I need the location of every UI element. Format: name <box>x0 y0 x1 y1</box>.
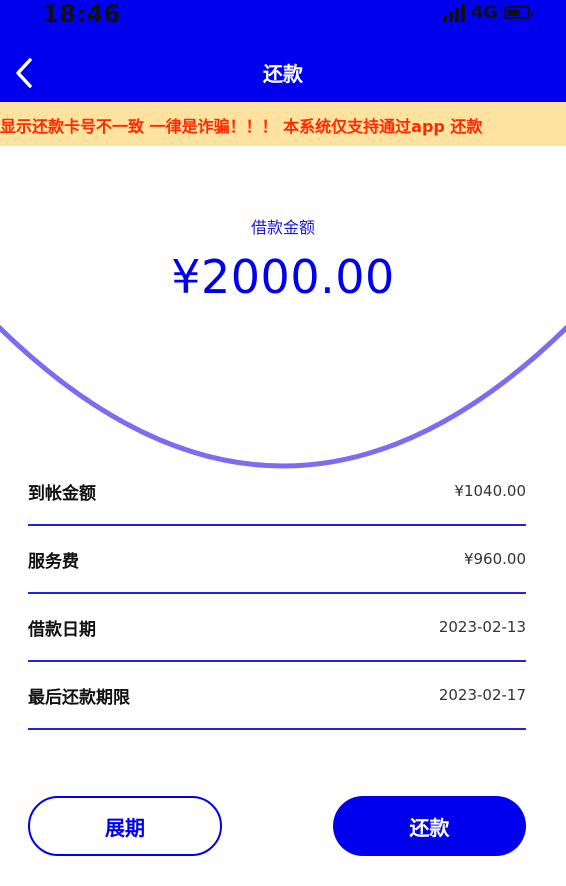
loan-details-list: 到帐金额 ¥1040.00 服务费 ¥960.00 借款日期 2023-02-1… <box>28 458 526 730</box>
detail-value: 2023-02-17 <box>438 686 526 704</box>
loan-amount-value: ¥2000.00 <box>171 250 395 304</box>
signal-icon <box>442 3 465 22</box>
repayment-screen: 18:46 4G 还款 显示还款卡号不一致 一律是诈骗！！！ 本系统仅支持通过a… <box>0 0 566 886</box>
header: 18:46 4G 还款 <box>0 0 566 102</box>
detail-value: ¥1040.00 <box>454 482 526 500</box>
extend-button[interactable]: 展期 <box>28 796 222 856</box>
detail-row-due-date: 最后还款期限 2023-02-17 <box>28 662 526 730</box>
detail-label: 最后还款期限 <box>28 687 130 708</box>
amount-arc <box>0 324 566 469</box>
page-title: 还款 <box>263 62 303 86</box>
fraud-notice-text: 显示还款卡号不一致 一律是诈骗！！！ 本系统仅支持通过app 还款 <box>0 117 483 136</box>
detail-row-loan-date: 借款日期 2023-02-13 <box>28 594 526 662</box>
fraud-notice-banner: 显示还款卡号不一致 一律是诈骗！！！ 本系统仅支持通过app 还款 <box>0 102 566 146</box>
network-type: 4G <box>470 2 498 23</box>
detail-label: 到帐金额 <box>28 483 96 504</box>
detail-label: 服务费 <box>28 551 79 572</box>
status-time: 18:46 <box>42 0 121 28</box>
detail-row-service-fee: 服务费 ¥960.00 <box>28 526 526 594</box>
battery-icon <box>504 6 533 19</box>
repay-button[interactable]: 还款 <box>333 796 526 856</box>
detail-row-received: 到帐金额 ¥1040.00 <box>28 458 526 526</box>
detail-value: 2023-02-13 <box>438 618 526 636</box>
status-icons: 4G <box>442 2 533 23</box>
detail-value: ¥960.00 <box>463 550 526 568</box>
detail-label: 借款日期 <box>28 619 96 640</box>
loan-amount-label: 借款金额 <box>250 218 315 237</box>
